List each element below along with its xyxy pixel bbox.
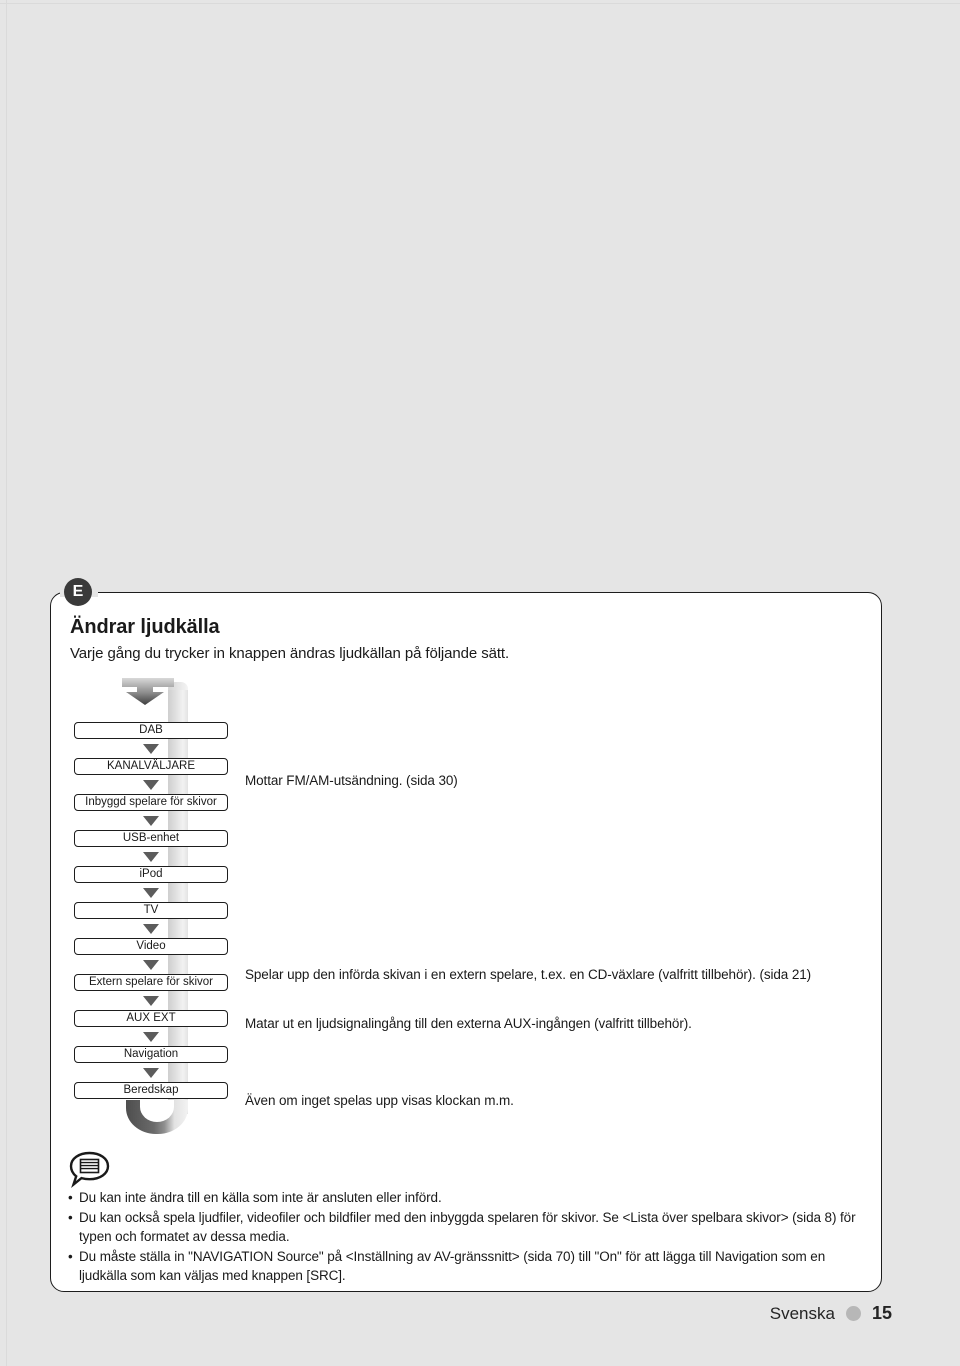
description-external-disc: Spelar upp den införda skivan i en exter… xyxy=(245,967,812,982)
footer-dot-icon xyxy=(845,1306,861,1321)
description-aux-ext: Matar ut en ljudsignalingång till den ex… xyxy=(245,1016,692,1031)
flow-arrow-icon xyxy=(143,1032,159,1042)
flow-box-tv: TV xyxy=(74,902,228,919)
flow-arrow-icon xyxy=(143,744,159,754)
footer-language: Svenska xyxy=(769,1303,835,1323)
flow-arrow-icon xyxy=(143,960,159,970)
footer-page-number: 15 xyxy=(871,1303,892,1323)
bullet-glyph: • xyxy=(68,1190,73,1205)
flow-box-usb: USB-enhet xyxy=(74,830,228,847)
flow-arrow-icon xyxy=(143,816,159,826)
bullet-glyph: • xyxy=(68,1248,73,1264)
flow-arrow-icon xyxy=(143,852,159,862)
description-standby: Även om inget spelas upp visas klockan m… xyxy=(245,1093,514,1108)
note-text: Du måste ställa in "NAVIGATION Source" p… xyxy=(79,1248,826,1284)
flow-box-ipod: iPod xyxy=(74,866,228,883)
bullet-glyph: • xyxy=(68,1209,73,1225)
list-item: • Du kan inte ändra till en källa som in… xyxy=(68,1188,868,1208)
page-edge-left-rule xyxy=(6,0,7,1366)
note-text: Du kan också spela ljudfiler, videofiler… xyxy=(79,1209,856,1245)
page-edge-top-rule xyxy=(0,3,960,4)
flow-box-standby: Beredskap xyxy=(74,1082,228,1099)
flow-arrow-icon xyxy=(143,888,159,898)
page-subtitle: Varje gång du trycker in knappen ändras … xyxy=(70,645,510,662)
flow-box-video: Video xyxy=(74,938,228,955)
flow-box-external-disc: Extern spelare för skivor xyxy=(74,974,228,991)
page-title: Ändrar ljudkälla xyxy=(70,616,220,638)
source-cycle-flowchart: DAB KANALVÄLJARE Inbyggd spelare för ski… xyxy=(66,676,246,1136)
section-letter-badge: E xyxy=(64,578,92,606)
flow-arrow-icon xyxy=(143,924,159,934)
flow-box-internal-disc: Inbyggd spelare för skivor xyxy=(74,794,228,811)
flow-arrow-icon xyxy=(143,1068,159,1078)
flow-box-tuner: KANALVÄLJARE xyxy=(74,758,228,775)
page-footer: Svenska 15 xyxy=(770,1303,892,1324)
flow-box-navigation: Navigation xyxy=(74,1046,228,1063)
loop-feed-arrow-icon xyxy=(122,678,174,705)
flow-arrow-icon xyxy=(143,996,159,1006)
list-item: • Du kan också spela ljudfiler, videofil… xyxy=(68,1208,868,1247)
memo-bubble-icon xyxy=(69,1151,110,1188)
flow-arrow-icon xyxy=(143,780,159,790)
flow-box-aux-ext: AUX EXT xyxy=(74,1010,228,1027)
description-tuner: Mottar FM/AM-utsändning. (sida 30) xyxy=(245,773,458,788)
note-text: Du kan inte ändra till en källa som inte… xyxy=(79,1190,442,1205)
list-item: • Du måste ställa in "NAVIGATION Source"… xyxy=(68,1247,868,1286)
notes-list: • Du kan inte ändra till en källa som in… xyxy=(68,1188,868,1286)
flow-box-dab: DAB xyxy=(74,722,228,739)
